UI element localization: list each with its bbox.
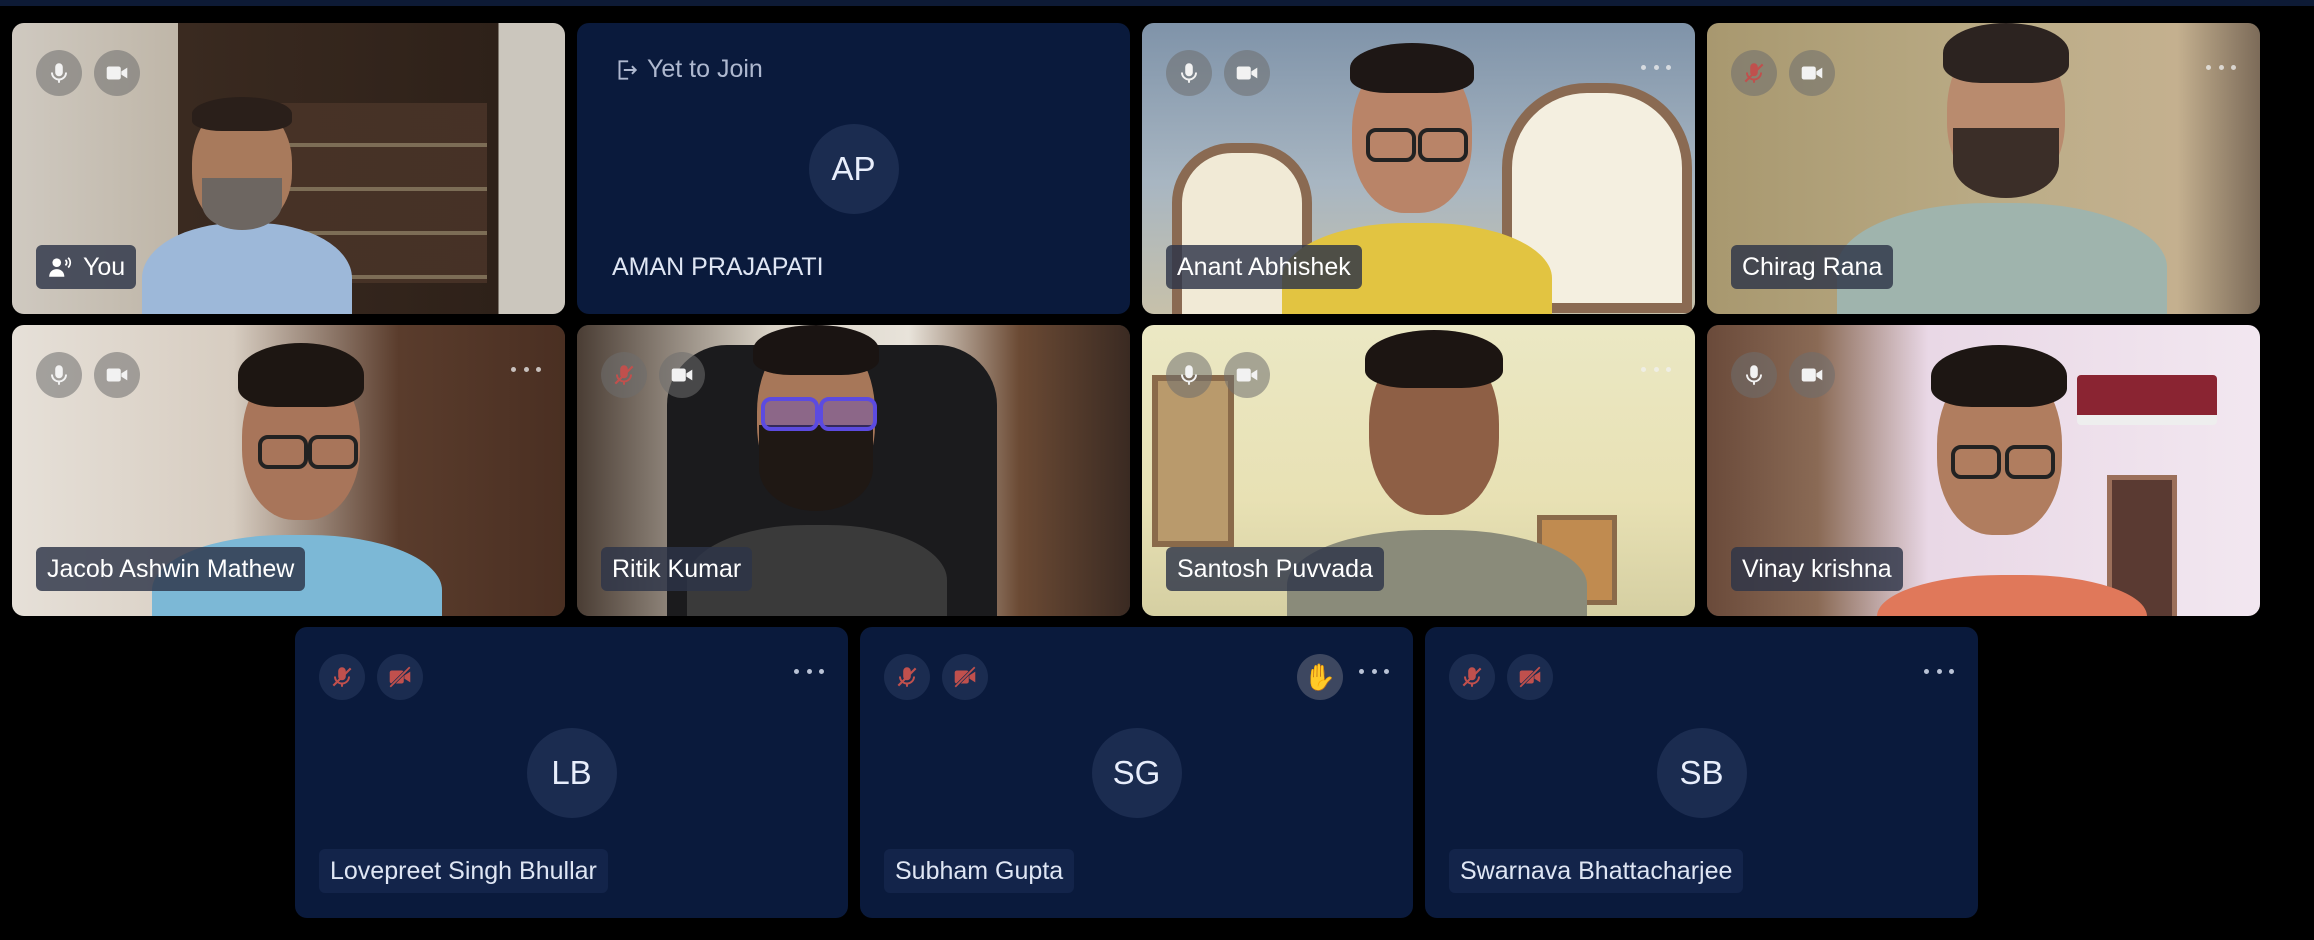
participant-name: Jacob Ashwin Mathew: [47, 554, 295, 583]
camera-button[interactable]: [1224, 352, 1270, 398]
avatar: AP: [808, 123, 899, 214]
self-video-tile[interactable]: You: [12, 23, 565, 314]
more-options-button[interactable]: [511, 363, 541, 375]
camera-button[interactable]: [94, 352, 140, 398]
more-options-button[interactable]: [1641, 363, 1671, 375]
camera-button[interactable]: [94, 50, 140, 96]
camera-off-icon: [1517, 664, 1543, 690]
mic-button[interactable]: [36, 50, 82, 96]
wall-frame: [1152, 375, 1234, 547]
camera-button[interactable]: [1789, 50, 1835, 96]
name-tag: Swarnava Bhattacharjee: [1449, 849, 1744, 893]
camera-off-icon: [387, 664, 413, 690]
mic-button[interactable]: [1166, 50, 1212, 96]
camera-icon: [669, 362, 695, 388]
mic-button[interactable]: [36, 352, 82, 398]
speaker-icon: [47, 254, 73, 280]
name-tag: Chirag Rana: [1731, 245, 1894, 289]
mic-icon: [46, 362, 72, 388]
camera-button[interactable]: [942, 654, 988, 700]
name-tag: Anant Abhishek: [1166, 245, 1362, 289]
mic-button[interactable]: [601, 352, 647, 398]
more-options-button[interactable]: [794, 665, 824, 677]
mic-button[interactable]: [1449, 654, 1495, 700]
mic-button[interactable]: [1731, 352, 1777, 398]
yet-to-join-status: Yet to Join: [613, 55, 763, 84]
name-tag: Ritik Kumar: [601, 547, 753, 591]
participant-name: Chirag Rana: [1742, 252, 1883, 281]
more-icon: [1359, 668, 1364, 674]
more-icon: [511, 366, 516, 372]
name-tag: Santosh Puvvada: [1166, 547, 1384, 591]
more-icon: [794, 668, 799, 674]
camera-button[interactable]: [1789, 352, 1835, 398]
more-options-button[interactable]: [1359, 665, 1389, 677]
participant-tile[interactable]: Jacob Ashwin Mathew: [12, 325, 565, 616]
exit-icon: [613, 57, 639, 83]
participant-tile[interactable]: Vinay krishna: [1707, 325, 2260, 616]
name-tag: AMAN PRAJAPATI: [601, 245, 835, 289]
camera-button[interactable]: [377, 654, 423, 700]
participant-name: Swarnava Bhattacharjee: [1460, 856, 1733, 885]
camera-button[interactable]: [659, 352, 705, 398]
mic-button[interactable]: [1166, 352, 1212, 398]
name-tag: Subham Gupta: [884, 849, 1075, 893]
mic-off-icon: [1741, 60, 1767, 86]
mic-off-icon: [329, 664, 355, 690]
participant-name: Vinay krishna: [1742, 554, 1892, 583]
participant-tile[interactable]: Santosh Puvvada: [1142, 325, 1695, 616]
participant-tile[interactable]: Ritik Kumar: [577, 325, 1130, 616]
more-options-button[interactable]: [2206, 61, 2236, 73]
mic-button[interactable]: [319, 654, 365, 700]
more-icon: [1641, 366, 1646, 372]
camera-icon: [1799, 362, 1825, 388]
more-icon: [1924, 668, 1929, 674]
audio-only-tile[interactable]: SB Swarnava Bhattacharjee: [1425, 627, 1978, 918]
pending-participant-tile[interactable]: Yet to Join AP AMAN PRAJAPATI: [577, 23, 1130, 314]
mic-off-icon: [1459, 664, 1485, 690]
mic-icon: [1741, 362, 1767, 388]
camera-off-icon: [952, 664, 978, 690]
name-tag: You: [36, 245, 137, 289]
audio-only-tile[interactable]: ✋ SG Subham Gupta: [860, 627, 1413, 918]
air-conditioner: [2077, 375, 2217, 425]
avatar: SG: [1091, 727, 1182, 818]
audio-only-tile[interactable]: LB Lovepreet Singh Bhullar: [295, 627, 848, 918]
more-icon: [1641, 64, 1646, 70]
status-label: Yet to Join: [647, 55, 763, 83]
camera-button[interactable]: [1224, 50, 1270, 96]
participant-name: Santosh Puvvada: [1177, 554, 1373, 583]
camera-icon: [1799, 60, 1825, 86]
mic-button[interactable]: [1731, 50, 1777, 96]
participant-name: Lovepreet Singh Bhullar: [330, 856, 597, 885]
avatar: SB: [1656, 727, 1747, 818]
name-tag: Vinay krishna: [1731, 547, 1903, 591]
camera-button[interactable]: [1507, 654, 1553, 700]
participant-name: Ritik Kumar: [612, 554, 742, 583]
camera-icon: [1234, 362, 1260, 388]
participant-name: Subham Gupta: [895, 856, 1064, 885]
participant-tile[interactable]: Chirag Rana: [1707, 23, 2260, 314]
name-tag: Lovepreet Singh Bhullar: [319, 849, 608, 893]
mic-button[interactable]: [884, 654, 930, 700]
participant-name: Anant Abhishek: [1177, 252, 1351, 281]
top-bar: [0, 0, 2314, 6]
avatar: LB: [526, 727, 617, 818]
camera-icon: [104, 362, 130, 388]
mic-off-icon: [611, 362, 637, 388]
name-tag: Jacob Ashwin Mathew: [36, 547, 306, 591]
mic-icon: [46, 60, 72, 86]
participant-name: You: [83, 252, 126, 281]
more-icon: [2206, 64, 2211, 70]
camera-icon: [104, 60, 130, 86]
raised-hand-icon: ✋: [1297, 654, 1343, 700]
camera-icon: [1234, 60, 1260, 86]
more-options-button[interactable]: [1641, 61, 1671, 73]
mic-icon: [1176, 362, 1202, 388]
mic-off-icon: [894, 664, 920, 690]
participant-name: AMAN PRAJAPATI: [612, 252, 824, 281]
more-options-button[interactable]: [1924, 665, 1954, 677]
mic-icon: [1176, 60, 1202, 86]
participant-tile[interactable]: Anant Abhishek: [1142, 23, 1695, 314]
